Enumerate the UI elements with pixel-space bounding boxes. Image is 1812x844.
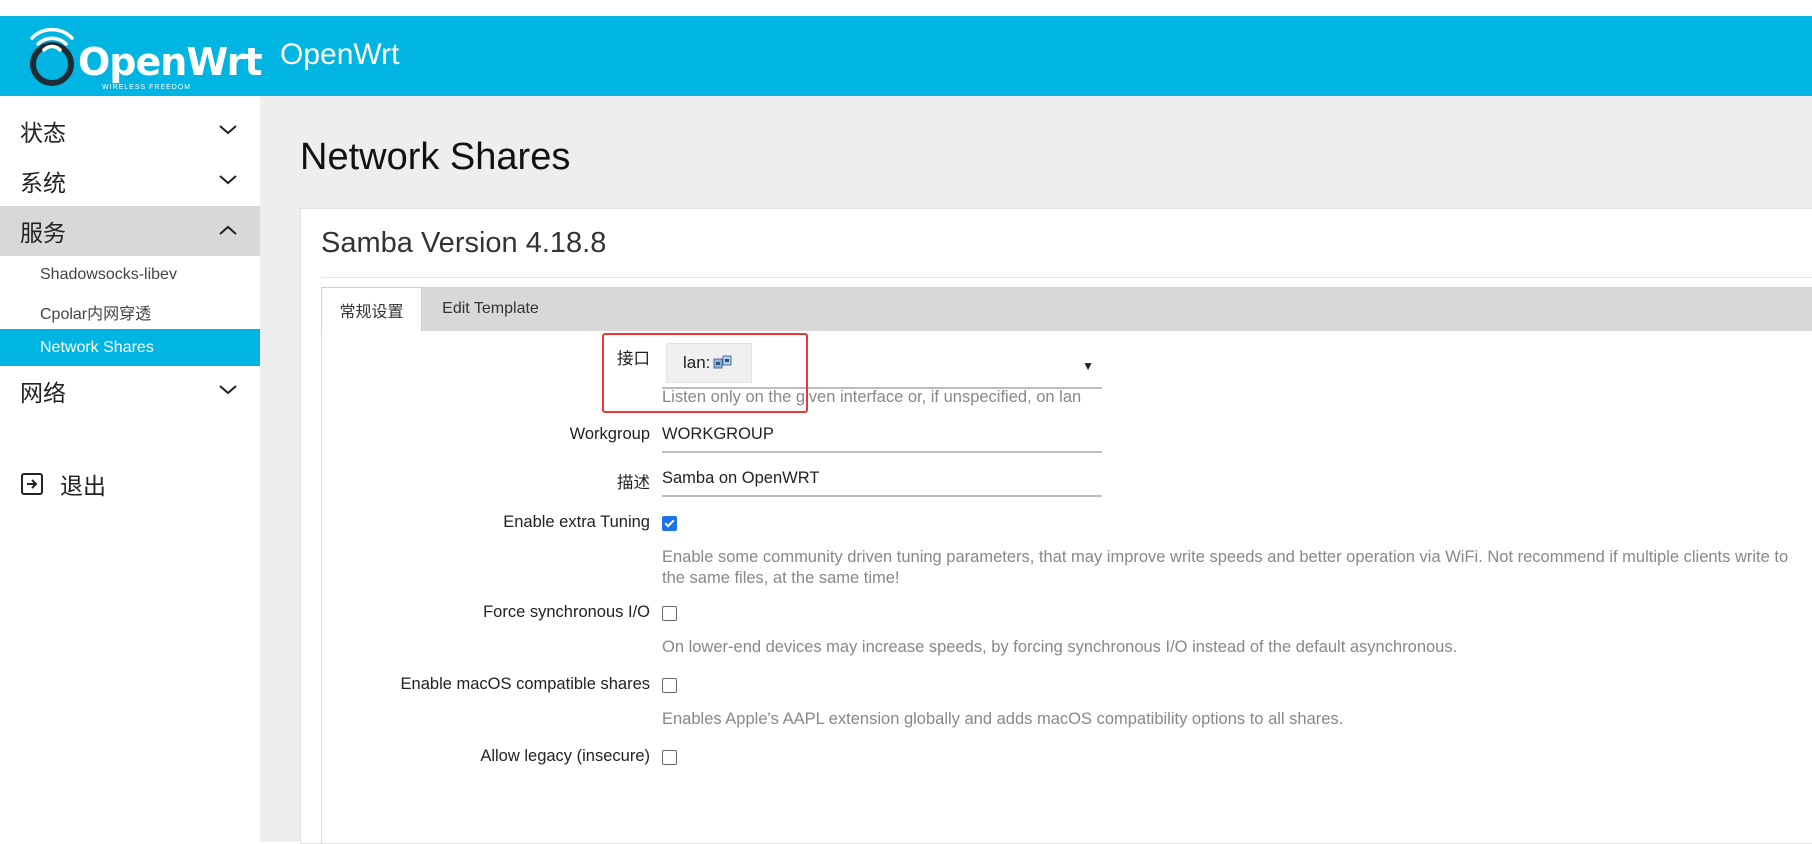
section-title: Samba Version 4.18.8 bbox=[321, 227, 607, 259]
logo-subtext: WIRELESS FREEDOM bbox=[102, 84, 192, 91]
openwrt-logo[interactable]: OpenWrt WIRELESS FREEDOM bbox=[28, 24, 262, 91]
logout-link[interactable]: 退出 bbox=[20, 467, 106, 501]
macos-shares-label: Enable macOS compatible shares bbox=[400, 675, 650, 693]
macos-shares-checkbox[interactable] bbox=[662, 678, 677, 693]
workgroup-label: Workgroup bbox=[569, 425, 650, 443]
sidebar-item-network[interactable]: 网络 bbox=[0, 366, 260, 416]
sidebar-subitem-shadowsocks[interactable]: Shadowsocks-libev bbox=[0, 256, 260, 293]
header-title[interactable]: OpenWrt bbox=[280, 38, 400, 72]
chevron-down-icon bbox=[219, 385, 237, 395]
logout-icon bbox=[21, 473, 43, 495]
force-sync-label: Force synchronous I/O bbox=[483, 603, 650, 621]
sidebar-subitem-label: Cpolar内网穿透 bbox=[40, 305, 152, 323]
sidebar-item-system[interactable]: 系统 bbox=[0, 156, 260, 206]
sidebar-item-services[interactable]: 服务 bbox=[0, 206, 260, 256]
labels-column: 接口 Workgroup 描述 Enable extra Tuning Forc… bbox=[322, 331, 650, 843]
logout-label: 退出 bbox=[60, 473, 106, 499]
sidebar-item-status[interactable]: 状态 bbox=[0, 106, 260, 156]
workgroup-input[interactable] bbox=[662, 417, 1102, 453]
divider bbox=[321, 277, 1812, 278]
description-label: 描述 bbox=[617, 474, 650, 492]
settings-panel: Samba Version 4.18.8 常规设置 Edit Template … bbox=[300, 208, 1812, 844]
tab-general-settings[interactable]: 常规设置 bbox=[321, 287, 422, 331]
dropdown-arrow-icon: ▼ bbox=[1082, 359, 1094, 373]
sidebar-subitem-network-shares[interactable]: Network Shares bbox=[0, 329, 260, 366]
tab-content: 接口 Workgroup 描述 Enable extra Tuning Forc… bbox=[321, 331, 1812, 843]
top-strip bbox=[0, 0, 1812, 16]
tab-label: Edit Template bbox=[442, 300, 539, 317]
macos-shares-description: Enables Apple's AAPL extension globally … bbox=[662, 710, 1344, 728]
force-sync-checkbox[interactable] bbox=[662, 606, 677, 621]
highlight-box bbox=[602, 333, 808, 413]
logo-text: OpenWrt bbox=[78, 40, 262, 84]
description-input[interactable] bbox=[662, 461, 1102, 497]
page-title: Network Shares bbox=[300, 136, 571, 178]
main-content: Network Shares Samba Version 4.18.8 常规设置… bbox=[260, 96, 1812, 844]
header-bar: OpenWrt WIRELESS FREEDOM OpenWrt bbox=[0, 16, 1812, 96]
tab-label: 常规设置 bbox=[339, 303, 404, 321]
chevron-down-icon bbox=[219, 175, 237, 185]
extra-tuning-label: Enable extra Tuning bbox=[503, 513, 650, 531]
allow-legacy-checkbox[interactable] bbox=[662, 750, 677, 765]
sidebar-subitem-cpolar[interactable]: Cpolar内网穿透 bbox=[0, 293, 260, 330]
chevron-up-icon bbox=[219, 225, 237, 235]
tab-bar: 常规设置 Edit Template bbox=[321, 287, 1812, 331]
sidebar-item-label: 状态 bbox=[20, 120, 66, 146]
allow-legacy-label: Allow legacy (insecure) bbox=[480, 747, 650, 765]
sidebar-item-label: 服务 bbox=[20, 220, 66, 246]
tab-edit-template[interactable]: Edit Template bbox=[422, 287, 559, 331]
chevron-down-icon bbox=[219, 125, 237, 135]
sidebar: 状态 系统 服务 Shadowsocks-libev Cpolar内网穿透 Ne… bbox=[0, 96, 260, 842]
sidebar-subitem-label: Shadowsocks-libev bbox=[40, 265, 177, 283]
sidebar-item-label: 系统 bbox=[20, 170, 66, 196]
sidebar-subitem-label: Network Shares bbox=[40, 338, 154, 356]
force-sync-description: On lower-end devices may increase speeds… bbox=[662, 638, 1458, 656]
fields-column: lan: ▼ Listen only on the given interfac… bbox=[662, 331, 1802, 843]
extra-tuning-checkbox[interactable] bbox=[662, 516, 677, 531]
sidebar-item-label: 网络 bbox=[20, 380, 66, 406]
extra-tuning-description: Enable some community driven tuning para… bbox=[662, 548, 1789, 587]
